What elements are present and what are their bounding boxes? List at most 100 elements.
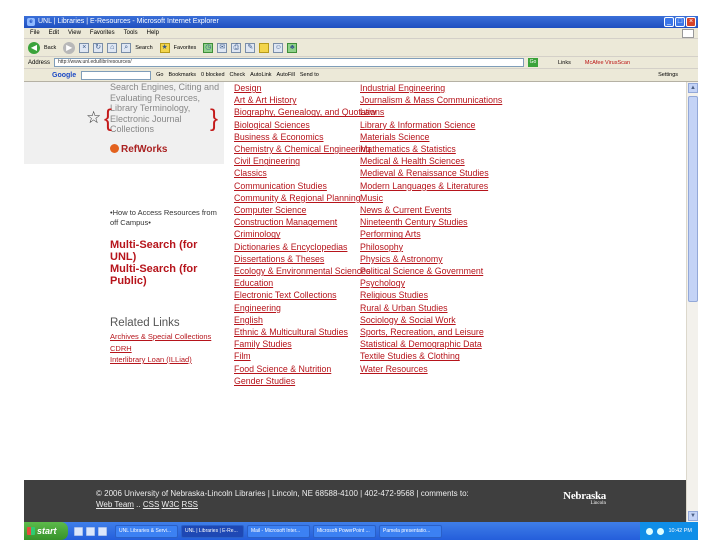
minimize-button[interactable]: _ [664, 17, 674, 27]
related-link-archives[interactable]: Archives & Special Collections [110, 331, 224, 343]
footer-rss-link[interactable]: RSS [182, 500, 198, 509]
nebraska-logo[interactable]: Nebraska Lincoln [556, 490, 606, 506]
related-link-cdrh[interactable]: CDRH [110, 343, 224, 355]
related-link-illiad[interactable]: Interlibrary Loan (ILLiad) [110, 354, 224, 366]
footer-webteam-link[interactable]: Web Team [96, 500, 134, 509]
task-button-mail[interactable]: Mail - Microsoft Inter... [247, 524, 310, 538]
google-bookmarks-button[interactable]: Bookmarks [168, 72, 196, 78]
menu-file[interactable]: File [30, 28, 40, 38]
go-button[interactable]: Go [528, 58, 539, 67]
quick-launch-media-icon[interactable] [98, 526, 107, 536]
menu-help[interactable]: Help [147, 28, 159, 38]
google-settings-button[interactable]: Settings [658, 72, 678, 78]
subject-link[interactable]: Statistical & Demographic Data [360, 338, 502, 350]
address-bar: Address http://www.unl.edu/libr/resource… [24, 57, 698, 69]
task-button-unl-libraries[interactable]: UNL Libraries & Servi... [115, 524, 178, 538]
multisearch-unl-link[interactable]: Multi-Search (for UNL) [110, 239, 224, 263]
scroll-down-arrow-icon[interactable]: ▼ [688, 511, 698, 521]
multisearch-links: Multi-Search (for UNL) Multi-Search (for… [110, 239, 224, 287]
subject-link[interactable]: Rural & Urban Studies [360, 302, 502, 314]
refworks-logo[interactable]: RefWorks [110, 144, 168, 155]
messenger-icon[interactable]: ☺ [273, 42, 284, 53]
task-button-presentation[interactable]: Pamela presentatio... [379, 524, 442, 538]
google-check-button[interactable]: Check [230, 72, 246, 78]
subject-link[interactable]: Sociology & Social Work [360, 314, 502, 326]
subject-link[interactable]: Sports, Recreation, and Leisure [360, 326, 502, 338]
footer-css-link[interactable]: CSS [143, 500, 159, 509]
google-logo[interactable]: Google [52, 72, 76, 79]
tray-network-icon[interactable] [646, 527, 654, 535]
address-input[interactable]: http://www.unl.edu/libr/resources/ [54, 58, 525, 67]
subject-link[interactable]: Psychology [360, 277, 502, 289]
subject-link[interactable]: Modern Languages & Literatures [360, 180, 502, 192]
research-icon[interactable]: ♣ [287, 42, 298, 53]
quick-launch-ie-icon[interactable] [74, 526, 83, 536]
subject-link[interactable]: Textile Studies & Clothing [360, 350, 502, 362]
edit-icon[interactable]: ✎ [245, 42, 256, 53]
subject-link[interactable]: Philosophy [360, 241, 502, 253]
subject-link[interactable]: Medical & Health Sciences [360, 155, 502, 167]
subject-link[interactable]: Law [360, 106, 502, 118]
google-search-input[interactable] [81, 70, 152, 80]
google-autofill-button[interactable]: AutoFill [277, 72, 295, 78]
quick-launch [74, 526, 107, 536]
search-button-label[interactable]: Search [135, 45, 152, 51]
menu-favorites[interactable]: Favorites [90, 28, 115, 38]
menu-edit[interactable]: Edit [49, 28, 59, 38]
print-icon[interactable]: ⎙ [231, 42, 242, 53]
vertical-scrollbar[interactable]: ▲ ▼ [686, 82, 698, 522]
subject-link[interactable]: Library & Information Science [360, 119, 502, 131]
forward-arrow-icon[interactable]: ▶ [63, 41, 76, 54]
subject-link[interactable]: Mathematics & Statistics [360, 143, 502, 155]
subject-link[interactable]: Materials Science [360, 131, 502, 143]
back-button-label[interactable]: Back [44, 45, 56, 51]
tray-volume-icon[interactable] [657, 527, 665, 535]
search-icon[interactable]: ⌕ [121, 42, 132, 53]
scroll-thumb[interactable] [688, 96, 698, 302]
tray-clock: 10:42 PM [668, 528, 692, 534]
history-icon[interactable]: ◷ [203, 42, 214, 53]
task-button-powerpoint[interactable]: Microsoft PowerPoint ... [313, 524, 376, 538]
refresh-icon[interactable]: ↻ [93, 42, 104, 53]
subject-link[interactable]: Nineteenth Century Studies [360, 216, 502, 228]
favorites-star-icon[interactable]: ★ [159, 42, 170, 53]
subject-link[interactable]: Religious Studies [360, 289, 502, 301]
windows-taskbar: start UNL Libraries & Servi... UNL | Lib… [24, 522, 698, 540]
close-button[interactable]: × [686, 17, 696, 27]
subject-link[interactable]: Music [360, 192, 502, 204]
subject-link[interactable]: News & Current Events [360, 204, 502, 216]
how-to-access-link[interactable]: •How to Access Resources from off Campus… [110, 208, 224, 227]
left-margin [0, 0, 24, 540]
menu-view[interactable]: View [68, 28, 81, 38]
popup-blocked-count[interactable]: 0 blocked [201, 72, 225, 78]
start-button[interactable]: start [24, 522, 68, 540]
folder-icon[interactable] [259, 42, 270, 53]
home-icon[interactable]: ⌂ [107, 42, 118, 53]
scroll-up-arrow-icon[interactable]: ▲ [688, 83, 698, 93]
quick-launch-desktop-icon[interactable] [86, 526, 95, 536]
menu-tools[interactable]: Tools [124, 28, 138, 38]
google-autolink-button[interactable]: AutoLink [250, 72, 271, 78]
favorites-button-label[interactable]: Favorites [174, 45, 197, 51]
mail-icon[interactable]: ✉ [217, 42, 228, 53]
multisearch-public-link[interactable]: Multi-Search (for Public) [110, 263, 224, 287]
task-button-eresources[interactable]: UNL | Libraries | E-Re... [181, 524, 244, 538]
subject-link[interactable]: Journalism & Mass Communications [360, 94, 502, 106]
google-sendto-button[interactable]: Send to [300, 72, 319, 78]
subject-link[interactable]: Performing Arts [360, 228, 502, 240]
links-button[interactable]: Links [558, 60, 571, 66]
window-title: UNL | Libraries | E-Resources - Microsof… [38, 18, 219, 25]
google-go-button[interactable]: Go [156, 72, 163, 78]
subject-link[interactable]: Medieval & Renaissance Studies [360, 167, 502, 179]
subject-link[interactable]: Gender Studies [234, 375, 384, 387]
subject-link[interactable]: Industrial Engineering [360, 82, 502, 94]
subject-link[interactable]: Water Resources [360, 363, 502, 375]
mcafee-button[interactable]: McAfee VirusScan [585, 60, 630, 66]
resources-text[interactable]: Search Engines, Citing and Evaluating Re… [110, 82, 222, 135]
footer-w3c-link[interactable]: W3C [162, 500, 180, 509]
back-arrow-icon[interactable]: ◀ [28, 41, 40, 54]
stop-icon[interactable]: × [79, 42, 90, 53]
subject-link[interactable]: Physics & Astronomy [360, 253, 502, 265]
subject-link[interactable]: Political Science & Government [360, 265, 502, 277]
maximize-button[interactable]: □ [675, 17, 685, 27]
